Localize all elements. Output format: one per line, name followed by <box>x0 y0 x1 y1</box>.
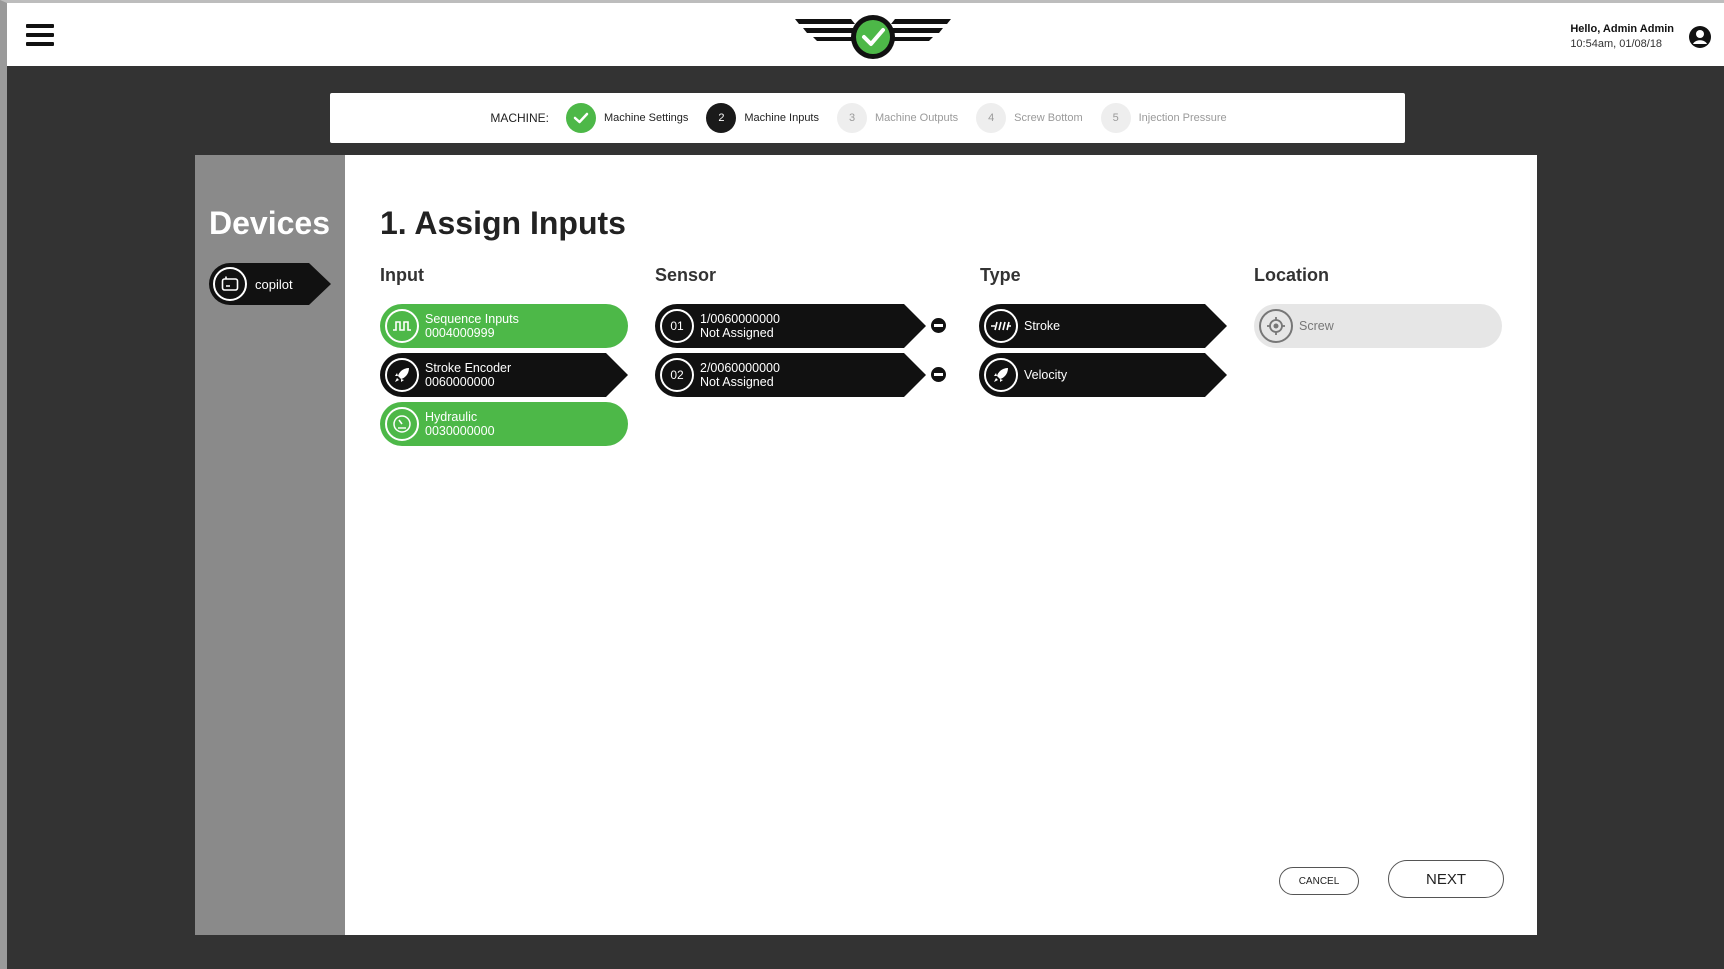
sensor-id: 2/0060000000 <box>700 361 780 375</box>
sensor-text: 2/0060000000 Not Assigned <box>700 361 780 389</box>
device-icon <box>213 267 247 301</box>
step-label: Machine Outputs <box>875 112 959 124</box>
cancel-button[interactable]: CANCEL <box>1279 867 1359 895</box>
target-icon <box>1259 309 1293 343</box>
step-machine-settings[interactable]: Machine Settings <box>566 103 688 133</box>
input-serial: 0060000000 <box>425 375 495 389</box>
input-name: Stroke Encoder <box>425 361 512 375</box>
step-label: Screw Bottom <box>1014 112 1083 124</box>
sensor-index: 01 <box>660 309 694 343</box>
devices-title: Devices <box>209 205 330 241</box>
wizard-stepper: MACHINE: Machine Settings 2 Machine Inpu… <box>330 93 1405 143</box>
device-item-copilot[interactable]: copilot <box>209 263 331 305</box>
input-name: Hydraulic <box>425 410 478 424</box>
sensor-item[interactable]: 02 2/0060000000 Not Assigned <box>655 353 926 397</box>
location-item[interactable]: Screw <box>1254 304 1502 348</box>
next-button[interactable]: NEXT <box>1388 860 1504 898</box>
user-circle-icon[interactable] <box>1688 25 1712 49</box>
rocket-icon <box>385 358 419 392</box>
type-item[interactable]: Stroke <box>979 304 1227 348</box>
user-greeting: Hello, Admin Admin <box>1570 23 1674 35</box>
stroke-icon <box>984 309 1018 343</box>
left-edge-strip <box>0 66 7 969</box>
type-item[interactable]: Velocity <box>979 353 1227 397</box>
gauge-icon <box>385 407 419 441</box>
input-text: Stroke Encoder 0060000000 <box>425 361 511 389</box>
step-number: 5 <box>1100 103 1131 133</box>
timestamp: 10:54am, 01/08/18 <box>1570 38 1663 50</box>
assign-inputs-panel: 1. Assign Inputs Input Sensor Type Locat… <box>345 155 1537 935</box>
step-label: Machine Settings <box>604 112 689 124</box>
step-machine-outputs[interactable]: 3 Machine Outputs <box>837 103 958 133</box>
input-item[interactable]: Hydraulic 0030000000 <box>380 402 628 446</box>
input-item[interactable]: Sequence Inputs 0004000999 <box>380 304 628 348</box>
sensor-text: 1/0060000000 Not Assigned <box>700 312 780 340</box>
column-header-input: Input <box>380 265 424 285</box>
step-injection-pressure[interactable]: 5 Injection Pressure <box>1100 103 1227 133</box>
step-number: 4 <box>976 103 1007 133</box>
input-text: Sequence Inputs 0004000999 <box>425 312 519 340</box>
step-machine-inputs[interactable]: 2 Machine Inputs <box>706 103 819 133</box>
step-label: Injection Pressure <box>1138 112 1227 124</box>
page-title: 1. Assign Inputs <box>380 205 626 241</box>
step-number: 3 <box>837 103 867 133</box>
sensor-status: Not Assigned <box>700 326 774 340</box>
input-name: Sequence Inputs <box>425 312 519 326</box>
pulse-wave-icon <box>385 309 419 343</box>
location-label: Screw <box>1299 319 1334 333</box>
input-item[interactable]: Stroke Encoder 0060000000 <box>380 353 628 397</box>
check-icon <box>566 103 596 133</box>
column-header-location: Location <box>1254 265 1329 285</box>
sensor-index: 02 <box>660 358 694 392</box>
sensor-item[interactable]: 01 1/0060000000 Not Assigned <box>655 304 926 348</box>
sensor-status: Not Assigned <box>700 375 774 389</box>
type-label: Stroke <box>1024 319 1061 333</box>
hamburger-menu-icon[interactable] <box>26 24 54 46</box>
remove-sensor-icon[interactable] <box>931 367 946 382</box>
type-label: Velocity <box>1024 368 1068 382</box>
input-serial: 0004000999 <box>425 326 495 340</box>
devices-sidebar: Devices copilot <box>195 155 345 935</box>
step-screw-bottom[interactable]: 4 Screw Bottom <box>976 103 1083 133</box>
input-serial: 0030000000 <box>425 424 495 438</box>
remove-sensor-icon[interactable] <box>931 318 946 333</box>
sensor-id: 1/0060000000 <box>700 312 780 326</box>
top-app-bar: Hello, Admin Admin 10:54am, 01/08/18 <box>0 0 1724 66</box>
input-text: Hydraulic 0030000000 <box>425 410 495 438</box>
step-number: 2 <box>706 103 737 133</box>
column-header-sensor: Sensor <box>655 265 717 285</box>
column-header-type: Type <box>980 265 1021 285</box>
stepper-label: MACHINE: <box>490 111 549 125</box>
device-label: copilot <box>255 276 293 292</box>
app-logo <box>795 15 951 59</box>
step-label: Machine Inputs <box>744 112 819 124</box>
user-info: Hello, Admin Admin 10:54am, 01/08/18 <box>1570 22 1674 52</box>
rocket-icon <box>984 358 1018 392</box>
